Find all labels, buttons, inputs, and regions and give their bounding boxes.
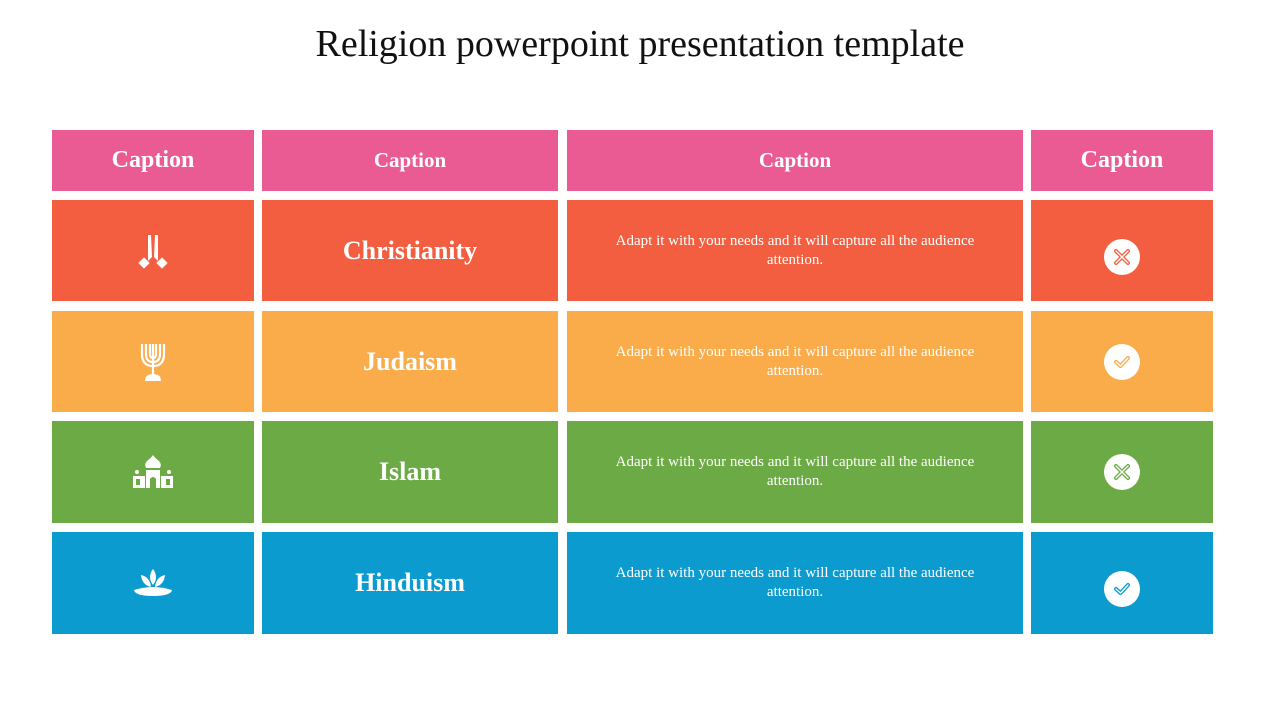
- status-cell-hinduism: [1031, 532, 1213, 634]
- menorah-icon: [133, 340, 173, 384]
- status-cell-judaism: [1031, 311, 1213, 412]
- check-circle-icon: [1104, 343, 1140, 380]
- lotus-icon: [131, 565, 175, 601]
- table-row-hinduism-icon-cell: [52, 532, 254, 634]
- header-cell-4: Caption: [1031, 130, 1213, 191]
- religion-name-islam: Islam: [262, 421, 558, 523]
- table-row-islam-icon-cell: [52, 421, 254, 523]
- description-christianity: Adapt it with your needs and it will cap…: [567, 200, 1023, 301]
- status-cell-christianity: [1031, 200, 1213, 301]
- table-row-christianity-icon-cell: [52, 200, 254, 301]
- status-cell-islam: [1031, 421, 1213, 523]
- check-circle-icon: [1104, 571, 1140, 607]
- mosque-icon: [131, 452, 175, 492]
- header-cell-2: Caption: [262, 130, 558, 191]
- religion-name-christianity: Christianity: [262, 200, 558, 301]
- description-judaism: Adapt it with your needs and it will cap…: [567, 311, 1023, 412]
- cross-circle-icon: [1104, 454, 1140, 490]
- cross-circle-icon: [1104, 238, 1140, 275]
- praying-hands-icon: [133, 231, 173, 271]
- table-row-judaism-icon-cell: [52, 311, 254, 412]
- header-cell-3: Caption: [567, 130, 1023, 191]
- religion-name-hinduism: Hinduism: [262, 532, 558, 634]
- religion-name-judaism: Judaism: [262, 311, 558, 412]
- description-hinduism: Adapt it with your needs and it will cap…: [567, 532, 1023, 634]
- description-islam: Adapt it with your needs and it will cap…: [567, 421, 1023, 523]
- slide-title: Religion powerpoint presentation templat…: [315, 23, 965, 65]
- header-cell-1: Caption: [52, 130, 254, 191]
